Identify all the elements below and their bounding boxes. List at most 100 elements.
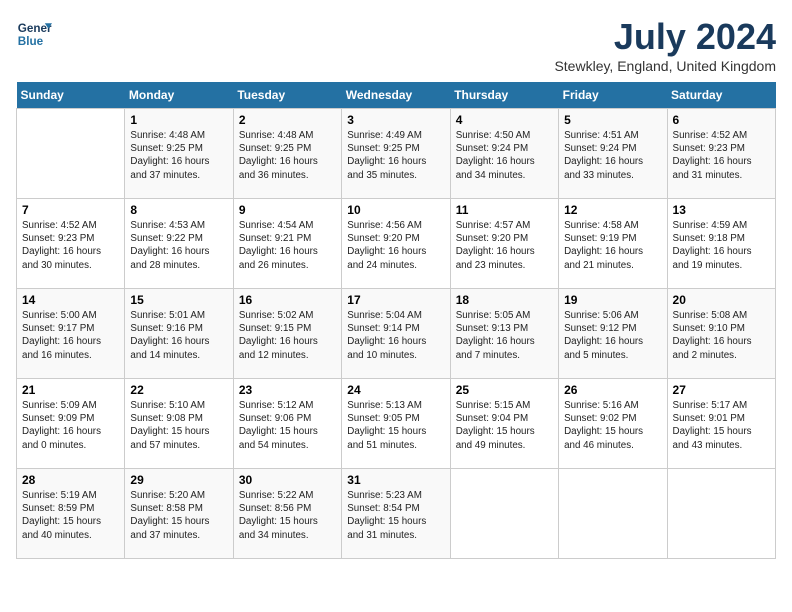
calendar-cell: 16 Sunrise: 5:02 AM Sunset: 9:15 PM Dayli… — [233, 289, 341, 379]
header-cell-thursday: Thursday — [450, 82, 558, 109]
calendar-table: SundayMondayTuesdayWednesdayThursdayFrid… — [16, 82, 776, 559]
calendar-cell: 26 Sunrise: 5:16 AM Sunset: 9:02 PM Dayli… — [559, 379, 667, 469]
calendar-cell: 10Sunrise: 4:56 AM Sunset: 9:20 PM Dayli… — [342, 199, 450, 289]
day-info: Sunrise: 4:49 AM Sunset: 9:25 PM Dayligh… — [347, 129, 444, 182]
day-number: 9 — [239, 203, 336, 217]
header-cell-wednesday: Wednesday — [342, 82, 450, 109]
calendar-cell: 4Sunrise: 4:50 AM Sunset: 9:24 PM Daylig… — [450, 109, 558, 199]
day-number: 22 — [130, 383, 227, 397]
day-number: 19 — [564, 293, 661, 307]
day-number: 11 — [456, 203, 553, 217]
day-number: 12 — [564, 203, 661, 217]
calendar-cell: 12 Sunrise: 4:58 AM Sunset: 9:19 PM Dayli… — [559, 199, 667, 289]
calendar-cell: 5Sunrise: 4:51 AM Sunset: 9:24 PM Daylig… — [559, 109, 667, 199]
day-info: Sunrise: 5:17 AM Sunset: 9:01 PM Dayligh… — [673, 399, 770, 452]
logo-icon: General Blue — [16, 16, 52, 52]
logo: General Blue — [16, 16, 52, 52]
calendar-cell: 6 Sunrise: 4:52 AM Sunset: 9:23 PM Daylig… — [667, 109, 775, 199]
calendar-cell: 2 Sunrise: 4:48 AM Sunset: 9:25 PM Daylig… — [233, 109, 341, 199]
day-number: 10 — [347, 203, 444, 217]
calendar-week-row: 28 Sunrise: 5:19 AM Sunset: 8:59 PM Dayli… — [17, 469, 776, 559]
calendar-cell: 22 Sunrise: 5:10 AM Sunset: 9:08 PM Dayli… — [125, 379, 233, 469]
day-number: 17 — [347, 293, 444, 307]
day-info: Sunrise: 5:20 AM Sunset: 8:58 PM Dayligh… — [130, 489, 227, 542]
calendar-cell: 23Sunrise: 5:12 AM Sunset: 9:06 PM Dayli… — [233, 379, 341, 469]
calendar-cell — [559, 469, 667, 559]
day-info: Sunrise: 5:13 AM Sunset: 9:05 PM Dayligh… — [347, 399, 444, 452]
day-info: Sunrise: 5:05 AM Sunset: 9:13 PM Dayligh… — [456, 309, 553, 362]
day-number: 18 — [456, 293, 553, 307]
day-number: 6 — [673, 113, 770, 127]
day-info: Sunrise: 5:06 AM Sunset: 9:12 PM Dayligh… — [564, 309, 661, 362]
day-number: 29 — [130, 473, 227, 487]
day-info: Sunrise: 5:09 AM Sunset: 9:09 PM Dayligh… — [22, 399, 119, 452]
day-info: Sunrise: 4:52 AM Sunset: 9:23 PM Dayligh… — [22, 219, 119, 272]
day-number: 2 — [239, 113, 336, 127]
calendar-cell: 24 Sunrise: 5:13 AM Sunset: 9:05 PM Dayli… — [342, 379, 450, 469]
day-number: 25 — [456, 383, 553, 397]
day-info: Sunrise: 4:54 AM Sunset: 9:21 PM Dayligh… — [239, 219, 336, 272]
calendar-cell: 29 Sunrise: 5:20 AM Sunset: 8:58 PM Dayli… — [125, 469, 233, 559]
calendar-cell: 25Sunrise: 5:15 AM Sunset: 9:04 PM Dayli… — [450, 379, 558, 469]
day-number: 26 — [564, 383, 661, 397]
day-info: Sunrise: 5:04 AM Sunset: 9:14 PM Dayligh… — [347, 309, 444, 362]
calendar-cell: 27Sunrise: 5:17 AM Sunset: 9:01 PM Dayli… — [667, 379, 775, 469]
calendar-week-row: 14Sunrise: 5:00 AM Sunset: 9:17 PM Dayli… — [17, 289, 776, 379]
calendar-cell: 21 Sunrise: 5:09 AM Sunset: 9:09 PM Dayli… — [17, 379, 125, 469]
day-number: 16 — [239, 293, 336, 307]
calendar-cell: 15Sunrise: 5:01 AM Sunset: 9:16 PM Dayli… — [125, 289, 233, 379]
header-cell-sunday: Sunday — [17, 82, 125, 109]
calendar-cell: 14Sunrise: 5:00 AM Sunset: 9:17 PM Dayli… — [17, 289, 125, 379]
calendar-cell — [667, 469, 775, 559]
calendar-cell: 28 Sunrise: 5:19 AM Sunset: 8:59 PM Dayli… — [17, 469, 125, 559]
day-info: Sunrise: 5:08 AM Sunset: 9:10 PM Dayligh… — [673, 309, 770, 362]
day-info: Sunrise: 5:16 AM Sunset: 9:02 PM Dayligh… — [564, 399, 661, 452]
calendar-cell: 30Sunrise: 5:22 AM Sunset: 8:56 PM Dayli… — [233, 469, 341, 559]
day-number: 21 — [22, 383, 119, 397]
calendar-cell: 13 Sunrise: 4:59 AM Sunset: 9:18 PM Dayli… — [667, 199, 775, 289]
svg-text:Blue: Blue — [18, 35, 44, 48]
header-cell-tuesday: Tuesday — [233, 82, 341, 109]
day-info: Sunrise: 4:59 AM Sunset: 9:18 PM Dayligh… — [673, 219, 770, 272]
calendar-cell — [450, 469, 558, 559]
day-number: 7 — [22, 203, 119, 217]
calendar-cell: 31 Sunrise: 5:23 AM Sunset: 8:54 PM Dayli… — [342, 469, 450, 559]
day-number: 24 — [347, 383, 444, 397]
day-info: Sunrise: 5:02 AM Sunset: 9:15 PM Dayligh… — [239, 309, 336, 362]
day-info: Sunrise: 4:52 AM Sunset: 9:23 PM Dayligh… — [673, 129, 770, 182]
day-info: Sunrise: 4:48 AM Sunset: 9:25 PM Dayligh… — [130, 129, 227, 182]
day-info: Sunrise: 5:23 AM Sunset: 8:54 PM Dayligh… — [347, 489, 444, 542]
calendar-week-row: 1 Sunrise: 4:48 AM Sunset: 9:25 PM Daylig… — [17, 109, 776, 199]
calendar-cell: 19 Sunrise: 5:06 AM Sunset: 9:12 PM Dayli… — [559, 289, 667, 379]
day-number: 14 — [22, 293, 119, 307]
day-number: 15 — [130, 293, 227, 307]
day-number: 13 — [673, 203, 770, 217]
day-info: Sunrise: 5:19 AM Sunset: 8:59 PM Dayligh… — [22, 489, 119, 542]
calendar-cell: 7 Sunrise: 4:52 AM Sunset: 9:23 PM Daylig… — [17, 199, 125, 289]
day-info: Sunrise: 4:48 AM Sunset: 9:25 PM Dayligh… — [239, 129, 336, 182]
calendar-cell: 8 Sunrise: 4:53 AM Sunset: 9:22 PM Daylig… — [125, 199, 233, 289]
day-number: 31 — [347, 473, 444, 487]
calendar-cell — [17, 109, 125, 199]
day-info: Sunrise: 4:57 AM Sunset: 9:20 PM Dayligh… — [456, 219, 553, 272]
header-cell-friday: Friday — [559, 82, 667, 109]
day-info: Sunrise: 4:53 AM Sunset: 9:22 PM Dayligh… — [130, 219, 227, 272]
month-title: July 2024 — [554, 16, 776, 58]
day-number: 28 — [22, 473, 119, 487]
title-block: July 2024 Stewkley, England, United King… — [554, 16, 776, 74]
calendar-cell: 17 Sunrise: 5:04 AM Sunset: 9:14 PM Dayli… — [342, 289, 450, 379]
day-info: Sunrise: 4:58 AM Sunset: 9:19 PM Dayligh… — [564, 219, 661, 272]
calendar-week-row: 21 Sunrise: 5:09 AM Sunset: 9:09 PM Dayli… — [17, 379, 776, 469]
day-info: Sunrise: 5:22 AM Sunset: 8:56 PM Dayligh… — [239, 489, 336, 542]
day-number: 3 — [347, 113, 444, 127]
calendar-cell: 1 Sunrise: 4:48 AM Sunset: 9:25 PM Daylig… — [125, 109, 233, 199]
day-number: 1 — [130, 113, 227, 127]
calendar-cell: 18 Sunrise: 5:05 AM Sunset: 9:13 PM Dayli… — [450, 289, 558, 379]
day-info: Sunrise: 5:10 AM Sunset: 9:08 PM Dayligh… — [130, 399, 227, 452]
calendar-cell: 11 Sunrise: 4:57 AM Sunset: 9:20 PM Dayli… — [450, 199, 558, 289]
header-cell-saturday: Saturday — [667, 82, 775, 109]
day-number: 8 — [130, 203, 227, 217]
calendar-header-row: SundayMondayTuesdayWednesdayThursdayFrid… — [17, 82, 776, 109]
header-cell-monday: Monday — [125, 82, 233, 109]
page-header: General Blue July 2024 Stewkley, England… — [16, 16, 776, 74]
